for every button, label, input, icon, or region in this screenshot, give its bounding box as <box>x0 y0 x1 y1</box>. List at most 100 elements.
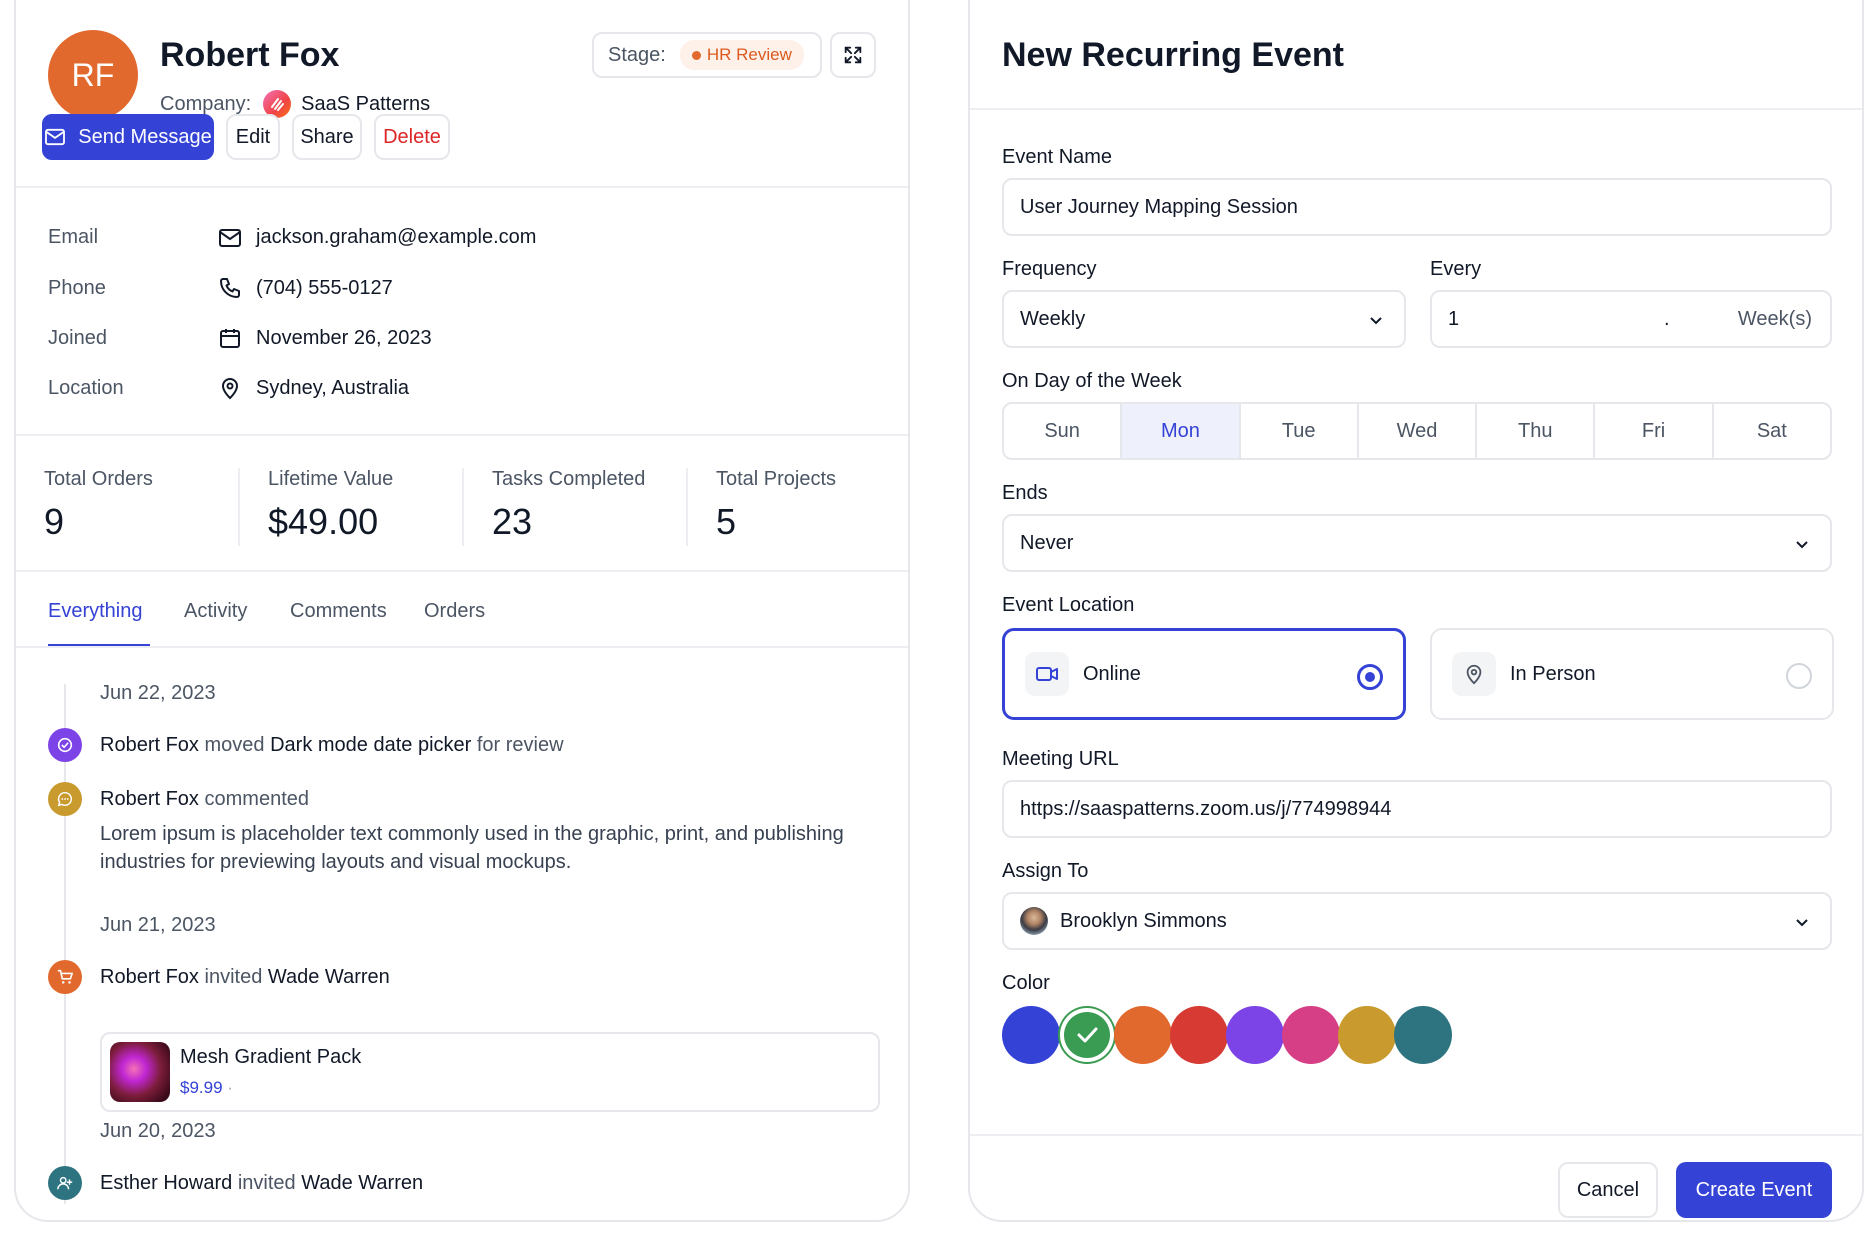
divider <box>970 1134 1862 1136</box>
divider <box>16 186 908 188</box>
expand-icon <box>844 46 862 64</box>
timeline-event: Robert Fox invited Wade Warren <box>100 966 390 988</box>
stat-tasks-completed: Tasks Completed 23 <box>492 468 646 542</box>
day-sun[interactable]: Sun <box>1004 404 1123 458</box>
color-label: Color <box>1002 972 1050 994</box>
avatar: RF <box>48 30 138 120</box>
ends-label: Ends <box>1002 482 1048 504</box>
check-circle-icon <box>48 728 82 762</box>
every-unit: Week(s) <box>1737 307 1812 330</box>
send-message-button[interactable]: Send Message <box>42 114 214 160</box>
color-swatch[interactable] <box>1002 1006 1060 1064</box>
radio-in-person[interactable] <box>1786 663 1812 689</box>
day-thu[interactable]: Thu <box>1477 404 1596 458</box>
every-value: 1 <box>1448 307 1460 330</box>
timeline-line <box>64 684 66 1204</box>
event-location-label: Event Location <box>1002 594 1135 616</box>
edit-button[interactable]: Edit <box>226 114 280 160</box>
divider <box>16 434 908 436</box>
meeting-url-label: Meeting URL <box>1002 748 1119 770</box>
expand-button[interactable] <box>830 32 876 78</box>
check-icon <box>1077 1027 1098 1043</box>
joined-value: November 26, 2023 <box>256 326 432 349</box>
email-value[interactable]: jackson.graham@example.com <box>256 226 536 249</box>
color-swatch[interactable] <box>1394 1006 1452 1064</box>
day-fri[interactable]: Fri <box>1595 404 1714 458</box>
timeline-date: Jun 22, 2023 <box>100 682 216 704</box>
day-sat[interactable]: Sat <box>1714 404 1830 458</box>
product-name: Mesh Gradient Pack <box>180 1046 362 1068</box>
video-icon <box>1025 652 1069 696</box>
contact-name: Robert Fox <box>160 36 340 74</box>
frequency-select[interactable]: Weekly <box>1002 290 1406 348</box>
assign-to-select[interactable]: Brooklyn Simmons <box>1002 892 1832 950</box>
assign-to-label: Assign To <box>1002 860 1089 882</box>
timeline-date: Jun 21, 2023 <box>100 914 216 936</box>
meeting-url-input[interactable]: https://saaspatterns.zoom.us/j/774998944 <box>1002 780 1832 838</box>
days-label: On Day of the Week <box>1002 370 1182 392</box>
create-event-button[interactable]: Create Event <box>1676 1162 1832 1218</box>
cart-icon <box>48 960 82 994</box>
location-option-online[interactable]: Online <box>1002 628 1406 720</box>
phone-value[interactable]: (704) 555-0127 <box>256 277 393 300</box>
color-swatch[interactable] <box>1338 1006 1396 1064</box>
stat-total-orders: Total Orders 9 <box>44 468 153 542</box>
timeline-date: Jun 20, 2023 <box>100 1120 216 1142</box>
day-of-week-selector: Sun Mon Tue Wed Thu Fri Sat <box>1002 402 1832 460</box>
company-label: Company: <box>160 92 252 115</box>
color-swatch[interactable] <box>1226 1006 1284 1064</box>
mail-icon <box>218 228 250 248</box>
mail-icon <box>45 128 66 146</box>
divider <box>16 646 908 648</box>
divider <box>16 570 908 572</box>
product-price: $9.99 · <box>180 1078 233 1097</box>
product-card[interactable]: Mesh Gradient Pack $9.99 · <box>100 1032 880 1112</box>
event-name-input[interactable]: User Journey Mapping Session <box>1002 178 1832 236</box>
joined-row: Joined November 26, 2023 <box>48 326 432 350</box>
event-name-label: Event Name <box>1002 146 1113 168</box>
user-plus-icon <box>48 1166 82 1200</box>
day-tue[interactable]: Tue <box>1241 404 1359 458</box>
stat-lifetime-value: Lifetime Value $49.00 <box>268 468 394 542</box>
color-swatch[interactable] <box>1282 1006 1340 1064</box>
stage-label: Stage: <box>608 43 666 66</box>
timeline-event: Robert Fox moved Dark mode date picker f… <box>100 734 564 756</box>
tab-orders[interactable]: Orders <box>424 600 485 623</box>
day-mon[interactable]: Mon <box>1122 404 1241 458</box>
tab-everything[interactable]: Everything <box>48 600 143 623</box>
timeline-event: Robert Fox commented <box>100 788 309 810</box>
location-option-in-person[interactable]: In Person <box>1430 628 1834 720</box>
avatar <box>1020 907 1048 935</box>
company-name[interactable]: SaaS Patterns <box>301 93 430 116</box>
stage-badge: HR Review <box>679 40 804 70</box>
every-label: Every <box>1430 258 1482 280</box>
phone-row: Phone (704) 555-0127 <box>48 276 393 300</box>
timeline-event: Esther Howard invited Wade Warren <box>100 1172 424 1194</box>
radio-online[interactable] <box>1357 664 1383 690</box>
color-swatch[interactable] <box>1114 1006 1172 1064</box>
stage-selector[interactable]: Stage: HR Review <box>592 32 822 78</box>
color-swatch[interactable] <box>1170 1006 1228 1064</box>
color-swatch[interactable] <box>1060 1008 1114 1062</box>
calendar-icon <box>218 326 250 350</box>
stat-total-projects: Total Projects 5 <box>716 468 837 542</box>
delete-button[interactable]: Delete <box>374 114 450 160</box>
divider <box>686 468 688 546</box>
share-button[interactable]: Share <box>292 114 362 160</box>
location-row: Location Sydney, Australia <box>48 376 410 400</box>
tab-comments[interactable]: Comments <box>290 600 387 623</box>
product-thumbnail <box>110 1042 170 1102</box>
every-stepper[interactable]: 1 . Week(s) <box>1430 290 1832 348</box>
ends-select[interactable]: Never <box>1002 514 1832 572</box>
phone-icon <box>218 276 250 300</box>
divider <box>462 468 464 546</box>
frequency-label: Frequency <box>1002 258 1097 280</box>
divider <box>970 108 1862 110</box>
dialog-title: New Recurring Event <box>1002 36 1344 74</box>
comment-body: Lorem ipsum is placeholder text commonly… <box>100 823 844 873</box>
cancel-button[interactable]: Cancel <box>1558 1162 1658 1218</box>
email-row: Email jackson.graham@example.com <box>48 226 537 249</box>
day-wed[interactable]: Wed <box>1359 404 1478 458</box>
tab-activity[interactable]: Activity <box>184 600 247 623</box>
chevron-down-icon <box>1796 541 1808 549</box>
